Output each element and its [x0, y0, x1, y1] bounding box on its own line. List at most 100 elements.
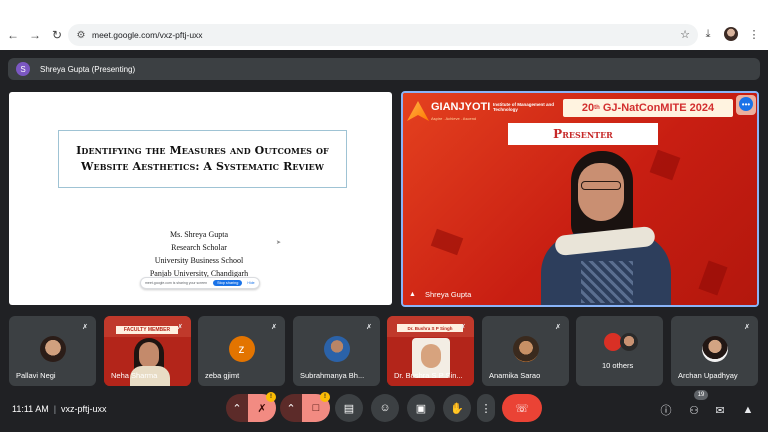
share-notice-text: meet.google.com is sharing your screen [145, 281, 208, 285]
slide-author-line: Ms. Shreya Gupta [170, 230, 228, 239]
browser-toolbar: ← → ↻ ⚙ meet.google.com/vxz-pftj-uxx ☆ ⤓… [0, 20, 768, 50]
presenter-banner: Presenter [508, 123, 658, 145]
meeting-time: 11:11 AM [12, 404, 49, 414]
slide-title-box: Identifying the Measures and Outcomes of… [58, 130, 347, 188]
bookmark-star-icon[interactable]: ☆ [680, 28, 690, 41]
faculty-banner: FACULTY MEMBER [116, 326, 178, 334]
participant-tile[interactable]: ✗ Archan Upadhyay [671, 316, 758, 386]
back-arrow-icon[interactable]: ← [4, 26, 22, 44]
participant-tile[interactable]: ✗ Anamika Sarao [482, 316, 569, 386]
conference-name: GJ-NatConMITE 2024 [602, 102, 715, 114]
slide-author-info: Ms. Shreya Gupta Research Scholar Univer… [129, 228, 269, 280]
participant-avatar [323, 336, 350, 362]
pin-icon[interactable]: ▲ [409, 291, 417, 299]
speaker-banner: Dr. Bushra S P Singh [397, 324, 463, 332]
presenter-person [541, 151, 671, 305]
slide-author-line: University Business School [154, 256, 244, 265]
mic-off-icon: ✗ [257, 402, 267, 415]
tile-more-options-icon[interactable]: ••• [739, 97, 753, 111]
institute-logo: GIANJYOTI Institute of Management and Te… [407, 99, 557, 125]
meeting-code: vxz-pftj-uxx [61, 404, 107, 414]
mic-off-icon: ✗ [177, 324, 183, 331]
screen-share-notice: meet.google.com is sharing your screen S… [140, 277, 260, 289]
participant-name: Dr. Bushra S P Sin... [394, 371, 463, 380]
participant-name: Neha Sharma [111, 371, 158, 380]
present-screen-button[interactable]: ▣ [407, 394, 435, 422]
audio-options-button[interactable]: ⌃ [226, 394, 248, 422]
activities-icon[interactable]: ▲ [740, 402, 756, 418]
participant-avatar [701, 336, 728, 362]
presenter-video-tile[interactable]: GIANJYOTI Institute of Management and Te… [401, 91, 759, 307]
download-icon[interactable]: ⤓ [700, 26, 716, 42]
reload-icon[interactable]: ↻ [48, 26, 66, 44]
participant-avatar: z [228, 336, 255, 362]
participant-tile-group[interactable]: 10 others [576, 316, 663, 386]
video-options-button[interactable]: ⌃ [280, 394, 302, 422]
conference-banner: 20th GJ-NatConMITE 2024 [563, 99, 733, 117]
browser-menu-icon[interactable]: ⋮ [746, 26, 762, 42]
browser-tabstrip [0, 0, 768, 20]
address-url[interactable]: meet.google.com/vxz-pftj-uxx [92, 30, 203, 40]
participant-group-label: 10 others [602, 361, 634, 370]
site-settings-icon[interactable]: ⚙ [74, 28, 88, 42]
forward-arrow-icon[interactable]: → [26, 26, 44, 44]
chat-icon[interactable]: ✉ [712, 402, 728, 418]
participant-name: Subrahmanya Bh... [300, 371, 365, 380]
participant-tile[interactable]: ✗ z zeba gjimt [198, 316, 285, 386]
participant-tile[interactable]: ✗ Subrahmanya Bh... [293, 316, 380, 386]
more-vertical-icon: ⋮ [480, 402, 492, 415]
participant-avatar [620, 333, 638, 351]
institute-logo-subtitle: Institute of Management and Technology [493, 102, 555, 112]
participant-name: zeba gjimt [205, 371, 240, 380]
participant-name: Pallavi Negi [16, 371, 56, 380]
participant-strip: ✗ Pallavi Negi FACULTY MEMBER ✗ Neha Sha… [0, 316, 768, 386]
mic-off-icon: ✗ [271, 324, 277, 331]
participant-tile[interactable]: Dr. Bushra S P Singh ✗ Dr. Bushra S P Si… [387, 316, 474, 386]
meet-stage: S Shreya Gupta (Presenting) Identifying … [0, 50, 768, 432]
leave-call-button[interactable]: ☏ [502, 394, 542, 422]
people-icon[interactable]: ⚇ [686, 402, 702, 418]
meeting-info: 11:11 AM | vxz-pftj-uxx [12, 404, 107, 414]
emoji-icon: ☺ [379, 402, 391, 414]
raise-hand-button[interactable]: ✋ [443, 394, 471, 422]
slide-author-line: Research Scholar [171, 243, 227, 252]
more-options-button[interactable]: ⋮ [477, 394, 495, 422]
presenting-label: Shreya Gupta (Presenting) [40, 64, 136, 74]
present-icon: ▣ [415, 402, 427, 415]
participant-tile[interactable]: FACULTY MEMBER ✗ Neha Sharma [104, 316, 191, 386]
profile-avatar[interactable] [724, 27, 738, 41]
people-count-badge: 19 [694, 390, 708, 400]
participant-avatar [39, 336, 66, 362]
participant-avatar [512, 336, 539, 362]
end-call-icon: ☏ [515, 402, 529, 415]
institute-logo-name: GIANJYOTI [431, 101, 491, 113]
address-bar[interactable]: ⚙ meet.google.com/vxz-pftj-uxx ☆ [68, 24, 698, 46]
mic-off-icon: ✗ [744, 324, 750, 331]
mic-off-icon: ✗ [460, 324, 466, 331]
institute-logo-mark [407, 101, 429, 121]
reactions-button[interactable]: ☺ [371, 394, 399, 422]
hide-share-notice-button[interactable]: Hide [247, 281, 254, 285]
meeting-info-separator: | [53, 404, 57, 414]
mic-warning-badge: ! [266, 392, 276, 402]
participant-name: Archan Upadhyay [678, 371, 738, 380]
participant-tile[interactable]: ✗ Pallavi Negi [9, 316, 96, 386]
chevron-up-icon: ⌃ [232, 402, 242, 415]
slide-title: Identifying the Measures and Outcomes of… [76, 144, 329, 173]
mic-off-icon: ✗ [366, 324, 372, 331]
hand-icon: ✋ [450, 402, 464, 415]
meeting-controls: 11:11 AM | vxz-pftj-uxx ⌃ ✗ ! ⌃ □ ! ▤ ☺ … [0, 390, 768, 432]
presenting-bar: S Shreya Gupta (Presenting) [8, 58, 760, 80]
camera-off-icon: □ [312, 402, 320, 414]
presenter-name-label: ▲ Shreya Gupta [409, 290, 471, 299]
mic-off-icon: ✗ [555, 324, 561, 331]
shared-screen: Identifying the Measures and Outcomes of… [9, 92, 392, 305]
participant-name: Anamika Sarao [489, 371, 541, 380]
presenter-name: Shreya Gupta [425, 290, 472, 299]
captions-button[interactable]: ▤ [335, 394, 363, 422]
stop-sharing-button[interactable]: Stop sharing [213, 280, 243, 286]
conference-edition-suffix: th [594, 105, 600, 111]
camera-warning-badge: ! [320, 392, 330, 402]
mouse-cursor-icon: ➤ [276, 240, 282, 246]
meeting-details-icon[interactable]: ⓘ [658, 402, 674, 418]
